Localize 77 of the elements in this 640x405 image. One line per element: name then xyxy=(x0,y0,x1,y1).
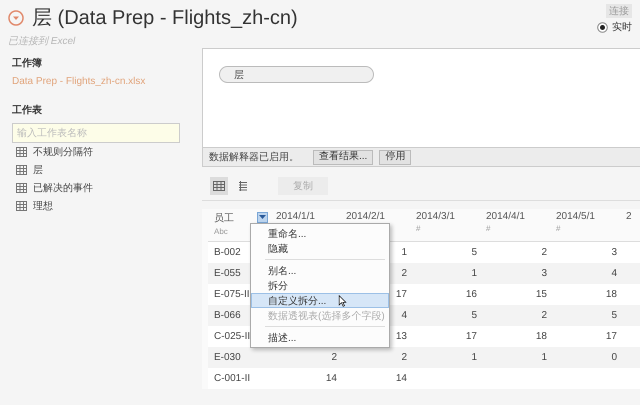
table-cell: 17 xyxy=(466,331,477,342)
table-cell: 5 xyxy=(471,247,477,258)
table-cell: 3 xyxy=(541,268,547,279)
column-header[interactable]: 2014/3/1 xyxy=(416,211,455,222)
window-title: 层 (Data Prep - Flights_zh-cn) xyxy=(32,6,298,31)
table-cell: E-030 xyxy=(214,352,241,363)
type-label: # xyxy=(486,224,490,233)
sheet-item[interactable]: 已解决的事件 xyxy=(33,181,93,195)
sheet-item[interactable]: 层 xyxy=(33,163,43,177)
table-cell: 2 xyxy=(541,247,547,258)
type-label: Abc xyxy=(214,227,228,236)
table-cell: E-075-II xyxy=(214,289,250,300)
table-cell: 17 xyxy=(396,289,407,300)
grid-icon xyxy=(213,180,225,190)
connection-radio[interactable]: 实时 xyxy=(597,20,632,34)
table-cell: 1 xyxy=(471,352,477,363)
table-cell: 4 xyxy=(611,268,617,279)
table-cell: 14 xyxy=(326,373,337,384)
table-cell: 18 xyxy=(536,331,547,342)
column-header[interactable]: 2014/2/1 xyxy=(346,211,385,222)
column-header[interactable]: 2 xyxy=(626,211,632,222)
menu-item[interactable]: 描述... xyxy=(251,330,389,345)
interpreter-button[interactable]: 查看结果... xyxy=(313,150,374,164)
table-icon xyxy=(16,147,27,157)
table-cell: 4 xyxy=(401,310,407,321)
table-icon xyxy=(16,183,27,193)
menu-item[interactable]: 拆分 xyxy=(251,278,389,293)
table-pill[interactable]: 层 xyxy=(219,66,374,83)
workbook-heading: 工作簿 xyxy=(12,56,43,70)
pointer-cursor-icon xyxy=(338,295,347,307)
column-header[interactable]: 2014/1/1 xyxy=(276,211,315,222)
table-cell: 18 xyxy=(606,289,617,300)
table-cell: 2 xyxy=(401,268,407,279)
table-cell: B-002 xyxy=(214,247,241,258)
list-icon xyxy=(238,180,248,190)
table-cell: 2 xyxy=(331,352,337,363)
column-header[interactable]: 2014/4/1 xyxy=(486,211,525,222)
table-cell: 2 xyxy=(401,352,407,363)
type-label: # xyxy=(416,224,420,233)
grid-view-button[interactable] xyxy=(210,176,228,194)
table-cell: 17 xyxy=(606,331,617,342)
table-cell: 5 xyxy=(611,310,617,321)
menu-item[interactable]: 重命名... xyxy=(251,226,389,241)
sheet-search-field[interactable]: 输入工作表名称 xyxy=(12,123,180,143)
sheet-item[interactable]: 不规则分隔符 xyxy=(33,145,93,159)
table-cell: 1 xyxy=(471,268,477,279)
sheets-heading: 工作表 xyxy=(12,104,43,117)
table-cell: 14 xyxy=(396,373,407,384)
table-cell: 5 xyxy=(471,310,477,321)
interpreter-message: 数据解释器已启用。 xyxy=(209,150,299,164)
table-cell: 1 xyxy=(541,352,547,363)
connection-status: 已连接到 Excel xyxy=(8,34,76,48)
sheet-item[interactable]: 理想 xyxy=(33,199,53,213)
table-cell: C-001-II xyxy=(214,373,250,384)
type-label: # xyxy=(556,224,560,233)
table-cell: 2 xyxy=(541,310,547,321)
table-cell: 16 xyxy=(466,289,477,300)
table-cell: C-025-II xyxy=(214,331,250,342)
table-icon xyxy=(16,165,27,175)
column-menu-button[interactable] xyxy=(257,212,268,223)
table-cell: E-055 xyxy=(214,268,241,279)
table-cell: B-066 xyxy=(214,310,241,321)
table-cell: 3 xyxy=(611,247,617,258)
menu-item[interactable]: 自定义拆分... xyxy=(251,293,389,308)
caret-icon xyxy=(259,215,266,220)
table-cell: 1 xyxy=(401,247,407,258)
menu-item[interactable]: 隐藏 xyxy=(251,241,389,256)
interpreter-button[interactable]: 停用 xyxy=(379,150,412,164)
radio-icon[interactable] xyxy=(597,22,608,32)
table-cell: 15 xyxy=(536,289,547,300)
menu-item[interactable]: 别名... xyxy=(251,263,389,278)
table-cell: 13 xyxy=(396,331,407,342)
table-icon xyxy=(16,201,27,211)
column-header[interactable]: 2014/5/1 xyxy=(556,211,595,222)
table-cell: 0 xyxy=(611,352,617,363)
connection-label: 连接 xyxy=(606,4,632,18)
column-header[interactable]: 员工 xyxy=(214,211,234,225)
